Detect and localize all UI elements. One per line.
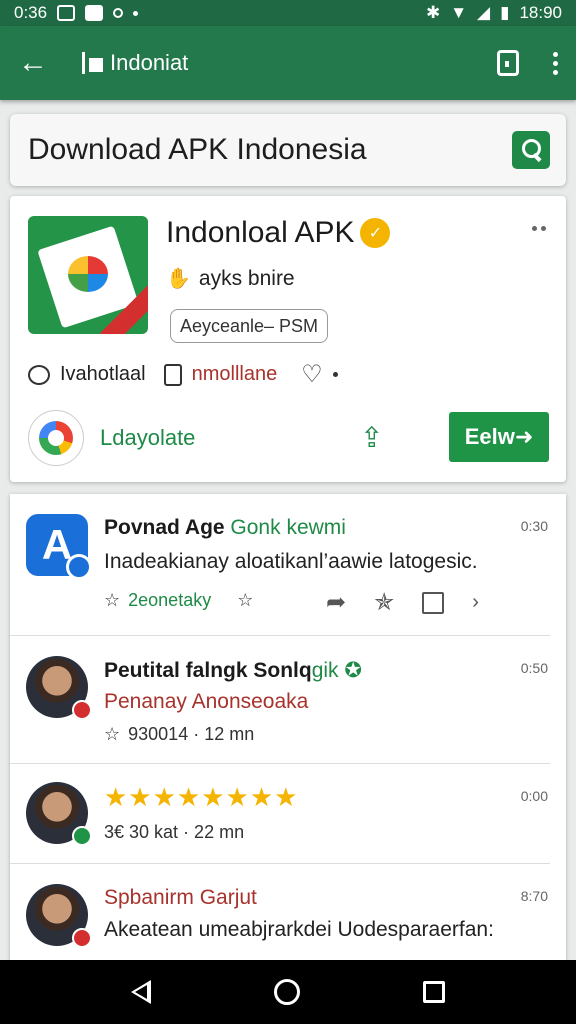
- app-name-row: Indonloal APK ✓: [166, 216, 391, 250]
- item-title: Peutital falngk Sonlqgik ✪: [104, 659, 362, 682]
- share-icon[interactable]: ⇪: [360, 421, 383, 454]
- category-chip[interactable]: Aeyceanle– PSM: [170, 309, 328, 343]
- item-subtitle: Akeatean umeabjrarkdei Uodesparaerfan:: [104, 918, 494, 941]
- bluetooth-icon: ✱: [425, 3, 441, 22]
- pin-icon[interactable]: ✯: [374, 588, 394, 617]
- system-nav-bar: [0, 960, 576, 1024]
- avatar: [26, 884, 92, 948]
- update-link[interactable]: Ldayolate: [100, 425, 195, 451]
- app-meta-row: Ivahotlaal nmolllane ♡: [28, 360, 338, 389]
- status-time: 0:36: [14, 3, 48, 22]
- star-outline-icon[interactable]: ☆: [237, 590, 253, 611]
- list-item[interactable]: ★★★★★★★★ 0:00 3€ 30 kat · 22 mn: [10, 764, 566, 864]
- status-bar: 0:36 ✱ ▼ ◢ ▮ 18:90: [0, 0, 576, 26]
- thumb-icon: ✋: [166, 268, 191, 290]
- overflow-menu-icon[interactable]: [553, 51, 558, 75]
- verified-badge-icon: ✓: [360, 218, 391, 248]
- verified-icon: ✪: [344, 659, 362, 682]
- wifi-icon: ▼: [450, 3, 468, 22]
- battery-icon: ▮: [500, 3, 510, 22]
- app-bar: ← Indoniat: [0, 26, 576, 100]
- bookmark-icon[interactable]: [163, 363, 182, 386]
- store-bag-icon: [82, 52, 104, 74]
- app-avatar: [26, 514, 92, 580]
- app-logo[interactable]: [28, 216, 148, 334]
- star-outline-icon: ☆: [104, 590, 121, 610]
- item-title: Spbanirm Garjut: [104, 886, 257, 909]
- developer-row[interactable]: ✋ ayks bnire: [166, 266, 295, 291]
- search-query[interactable]: Download APK Indonesia: [28, 133, 367, 167]
- review-list: Povnad Age Gonk kewmi 0:30 Inadeakianay …: [10, 494, 566, 964]
- item-meta: ☆ 930014 · 12 mn: [104, 724, 255, 744]
- back-arrow-icon[interactable]: ←: [18, 46, 58, 80]
- heart-outline-icon[interactable]: ♡: [301, 360, 323, 389]
- item-time: 8:70: [520, 888, 548, 904]
- status-clock: 18:90: [519, 3, 562, 22]
- item-time: 0:50: [520, 660, 548, 676]
- item-time: 0:30: [520, 518, 548, 534]
- list-item[interactable]: Spbanirm Garjut 8:70 Akeatean umeabjrark…: [10, 864, 566, 964]
- download-manager-icon[interactable]: [497, 50, 519, 76]
- meta-right-label: nmolllane: [191, 363, 278, 385]
- signal-icon: ◢: [477, 3, 491, 22]
- item-time: 0:00: [520, 788, 548, 804]
- more-notifications-icon: [133, 10, 139, 16]
- item-meta: ☆ 2eonetaky ☆: [104, 590, 254, 611]
- comment-icon[interactable]: [28, 364, 50, 385]
- star-outline-icon: ☆: [104, 724, 121, 744]
- chevron-right-icon[interactable]: ›: [472, 591, 479, 614]
- meta-left-label: Ivahotlaal: [60, 363, 146, 385]
- item-subtitle: Penanay Anonseoaka: [104, 690, 309, 713]
- item-actions: ➦ ✯ ›: [326, 588, 479, 617]
- check-box-icon[interactable]: [422, 591, 445, 614]
- nav-back-icon[interactable]: [131, 980, 152, 1004]
- search-bar[interactable]: Download APK Indonesia: [10, 114, 566, 186]
- avatar: [26, 656, 92, 720]
- list-item[interactable]: Peutital falngk Sonlqgik ✪ 0:50 Penanay …: [10, 636, 566, 764]
- search-icon[interactable]: [512, 131, 550, 169]
- item-subtitle: Inadeakianay aloatikanl’aawie latogesic.: [104, 550, 478, 573]
- app-card: Indonloal APK ✓ ✋ ayks bnire Aeyceanle– …: [10, 196, 566, 482]
- gallery-notification-icon: [57, 5, 76, 21]
- nav-home-icon[interactable]: [273, 979, 300, 1005]
- developer-name: ayks bnire: [198, 266, 295, 290]
- record-notification-icon: [113, 8, 124, 18]
- app-bar-title: Indoniat: [110, 50, 189, 75]
- meta-dot: [332, 372, 338, 377]
- mail-notification-icon: [85, 5, 104, 21]
- google-icon[interactable]: [28, 410, 84, 466]
- star-rating: ★★★★★★★★: [104, 782, 299, 812]
- item-title: Povnad Age Gonk kewmi: [104, 516, 346, 539]
- install-button[interactable]: Eelw➜: [449, 412, 549, 462]
- share-arrow-icon[interactable]: ➦: [326, 588, 346, 617]
- item-meta: 3€ 30 kat · 22 mn: [104, 822, 245, 842]
- nav-recents-icon[interactable]: [422, 981, 445, 1003]
- list-item[interactable]: Povnad Age Gonk kewmi 0:30 Inadeakianay …: [10, 494, 566, 636]
- avatar: [26, 782, 92, 846]
- card-more-icon[interactable]: [532, 226, 546, 231]
- app-name: Indonloal APK: [166, 216, 355, 249]
